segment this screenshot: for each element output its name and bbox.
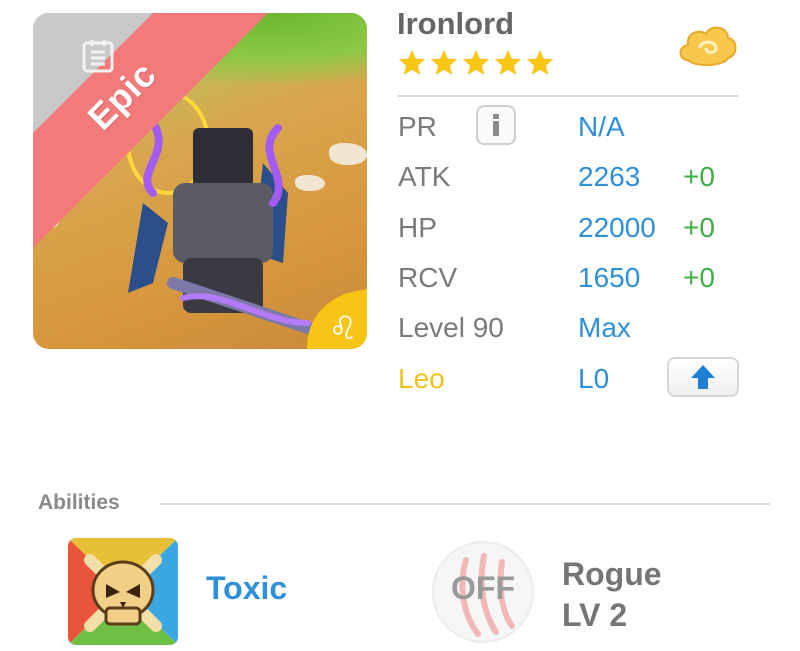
- passive-state: OFF: [451, 570, 515, 606]
- star-rating: [397, 48, 555, 78]
- stat-value-zodiac: L0: [578, 363, 610, 394]
- notes-icon[interactable]: [81, 39, 115, 73]
- zodiac-symbol: ♌: [329, 309, 358, 347]
- stat-label-rcv: RCV: [398, 262, 458, 293]
- ability-name[interactable]: Toxic: [206, 570, 287, 607]
- info-icon: [493, 114, 499, 136]
- stat-label-hp: HP: [398, 212, 437, 243]
- rock-decoration: [33, 213, 59, 229]
- hero-art: [126, 91, 313, 336]
- stat-label-level: Level 90: [398, 312, 504, 343]
- passive-name: Rogue: [562, 556, 662, 592]
- stat-value-atk: 2263: [578, 161, 641, 192]
- skull-icon: [68, 538, 178, 645]
- rock-decoration: [329, 143, 367, 165]
- stat-value-pr: N/A: [578, 111, 625, 142]
- star-icon: [430, 49, 458, 75]
- star-icon: [494, 49, 522, 75]
- cloud-icon[interactable]: [676, 20, 740, 72]
- stat-label-atk: ATK: [398, 161, 451, 192]
- ability-toxic-button[interactable]: [68, 538, 178, 645]
- leo-icon[interactable]: ♌: [307, 289, 367, 349]
- star-icon: [462, 49, 490, 75]
- hero-portrait[interactable]: Epic ♌: [33, 13, 367, 349]
- abilities-divider: [160, 503, 770, 505]
- stat-label-zodiac: Leo: [398, 363, 445, 394]
- stat-bonus-hp: +0: [683, 212, 715, 243]
- stat-label-pr: PR: [398, 111, 437, 142]
- abilities-heading: Abilities: [38, 491, 120, 514]
- star-icon: [526, 49, 554, 75]
- upgrade-button[interactable]: [667, 357, 739, 397]
- stat-bonus-rcv: +0: [683, 262, 715, 293]
- passive-level: LV 2: [562, 597, 628, 633]
- info-button[interactable]: [476, 105, 516, 145]
- hero-name: Ironlord: [397, 6, 515, 41]
- stat-bonus-atk: +0: [683, 161, 715, 192]
- stat-value-level: Max: [578, 312, 631, 343]
- stat-value-hp: 22000: [578, 212, 656, 243]
- arrow-up-icon: [691, 365, 715, 389]
- header-divider: [397, 95, 739, 97]
- star-icon: [398, 49, 426, 75]
- stat-value-rcv: 1650: [578, 262, 641, 293]
